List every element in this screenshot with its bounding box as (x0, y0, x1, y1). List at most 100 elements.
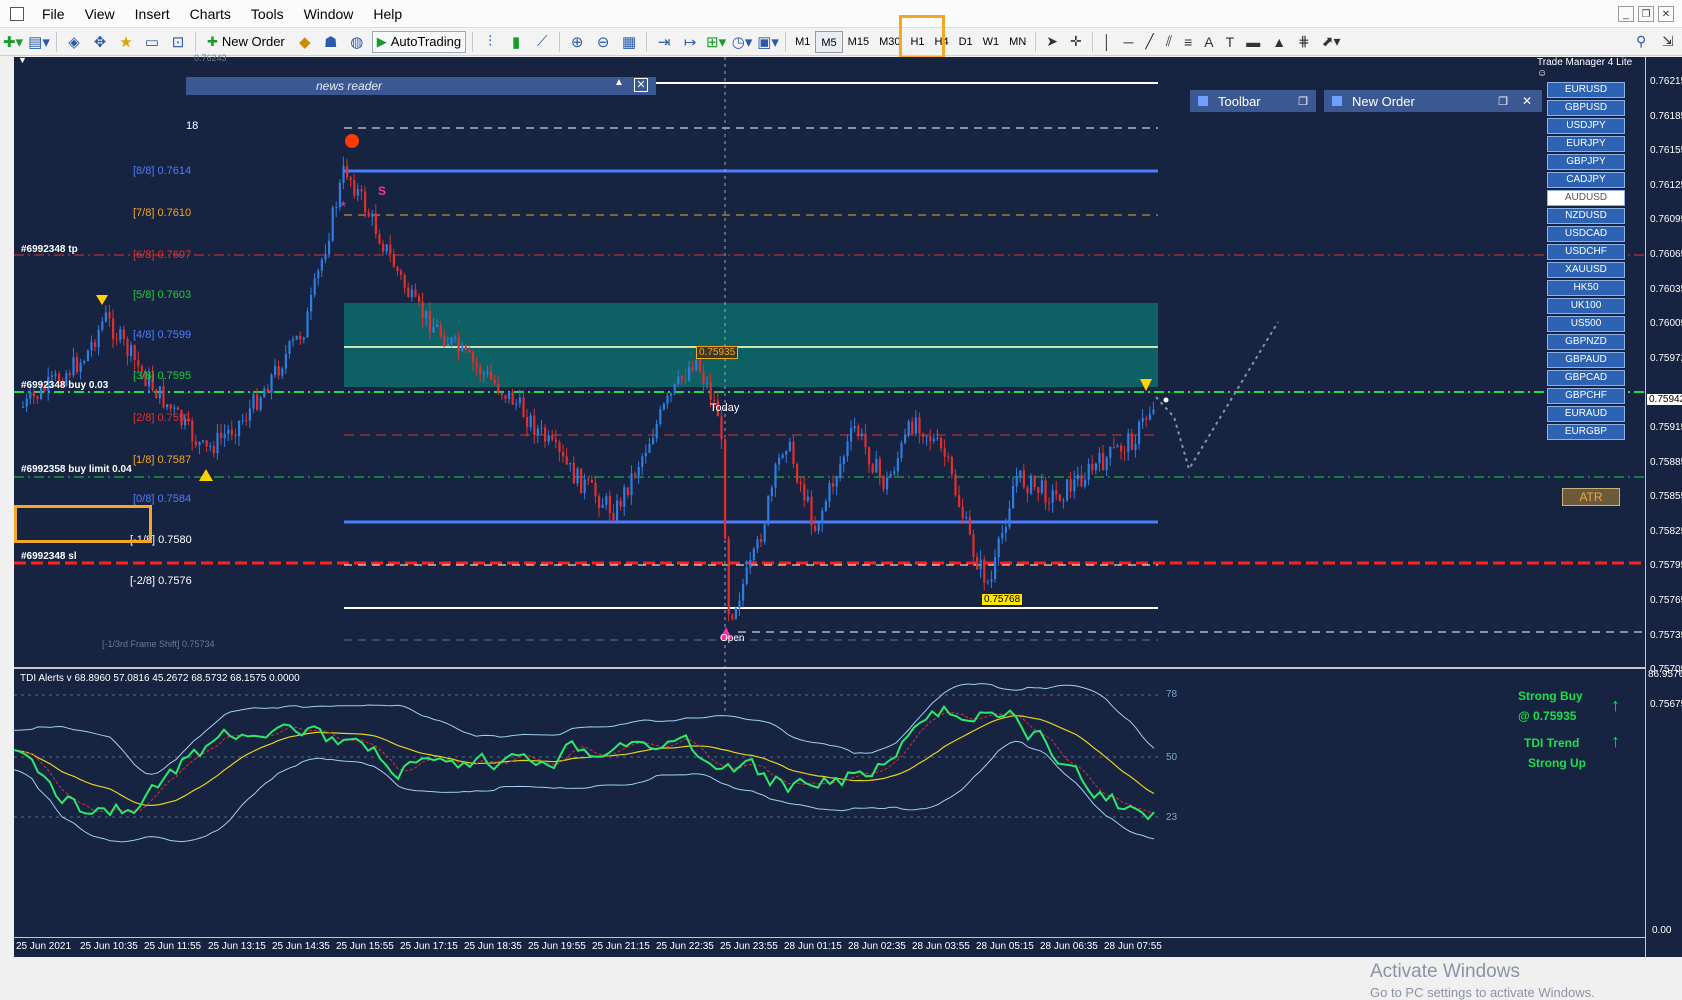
symbol-button-euraud[interactable]: EURAUD (1547, 406, 1625, 422)
restore-icon[interactable]: ❐ (1638, 6, 1654, 22)
news-reader-bar[interactable]: news reader ▲ ✕ (186, 77, 656, 95)
tf-d1[interactable]: D1 (954, 31, 978, 53)
expand-icon[interactable]: ⇲ (1662, 33, 1674, 50)
candle-body (536, 428, 539, 435)
menu-help[interactable]: Help (363, 0, 412, 28)
symbol-button-uk100[interactable]: UK100 (1547, 298, 1625, 314)
symbol-button-usdcad[interactable]: USDCAD (1547, 226, 1625, 242)
data-window-icon[interactable]: ✥ (89, 31, 111, 53)
candle-body (266, 388, 269, 393)
symbol-button-gbpchf[interactable]: GBPCHF (1547, 388, 1625, 404)
symbol-button-usdchf[interactable]: USDCHF (1547, 244, 1625, 260)
horizontal-line-icon[interactable]: ─ (1124, 34, 1134, 50)
symbol-button-us500[interactable]: US500 (1547, 316, 1625, 332)
profiles-icon[interactable]: ▤▾ (28, 31, 50, 53)
candle-body (990, 579, 993, 582)
maximize-icon[interactable]: ❐ (1298, 95, 1308, 108)
toolbar-panel[interactable]: Toolbar ❐ (1190, 90, 1316, 112)
zoom-out-icon[interactable]: ⊖ (592, 31, 614, 53)
symbol-button-hk50[interactable]: HK50 (1547, 280, 1625, 296)
candle-body (824, 501, 827, 511)
candle-body (738, 600, 741, 608)
fibonacci-icon[interactable]: ≡ (1184, 34, 1192, 50)
symbol-button-eurjpy[interactable]: EURJPY (1547, 136, 1625, 152)
arrows-icon[interactable]: ⬈▾ (1322, 33, 1341, 50)
periods-icon[interactable]: ◷▾ (731, 31, 753, 53)
symbol-button-gbpnzd[interactable]: GBPNZD (1547, 334, 1625, 350)
text-label-icon[interactable]: T (1226, 34, 1235, 50)
minimize-icon[interactable]: _ (1618, 6, 1634, 22)
candle-body (900, 442, 903, 459)
menu-window[interactable]: Window (294, 0, 364, 28)
symbol-button-audusd[interactable]: AUDUSD (1547, 190, 1625, 206)
atr-button[interactable]: ATR (1562, 488, 1620, 506)
tf-m15[interactable]: M15 (843, 31, 874, 53)
symbol-button-eurusd[interactable]: EURUSD (1547, 82, 1625, 98)
close-icon[interactable]: ✕ (1658, 6, 1674, 22)
symbol-button-gbpcad[interactable]: GBPCAD (1547, 370, 1625, 386)
tile-windows-icon[interactable]: ▦ (618, 31, 640, 53)
trendline-icon[interactable]: ╱ (1145, 33, 1153, 50)
triangle-icon[interactable]: ▲ (1272, 34, 1286, 50)
chart-window[interactable]: * S 0.76243 18 [8/8] 0.7614 [7/8] 0.7610 [… (13, 53, 1682, 1000)
candle-body (209, 446, 212, 448)
candle-body (1102, 452, 1105, 470)
market-watch-icon[interactable]: ◈ (63, 31, 85, 53)
close-icon[interactable]: ✕ (634, 78, 648, 92)
tf-m1[interactable]: M1 (790, 31, 815, 53)
menu-tools[interactable]: Tools (241, 0, 294, 28)
symbol-button-eurgbp[interactable]: EURGBP (1547, 424, 1625, 440)
vertical-line-icon[interactable]: │ (1103, 34, 1112, 50)
main-chart[interactable]: * S 0.76243 18 [8/8] 0.7614 [7/8] 0.7610 [… (14, 53, 1645, 712)
close-icon[interactable]: ✕ (1522, 94, 1532, 108)
menu-charts[interactable]: Charts (180, 0, 241, 28)
maximize-icon[interactable]: ❐ (1498, 95, 1508, 108)
symbol-button-gbpaud[interactable]: GBPAUD (1547, 352, 1625, 368)
fibo-fan-icon[interactable]: ⋕ (1298, 33, 1310, 50)
symbol-button-usdjpy[interactable]: USDJPY (1547, 118, 1625, 134)
autoscroll-icon[interactable]: ↦ (679, 31, 701, 53)
collapse-icon[interactable]: ▲ (614, 77, 624, 88)
tf-m5[interactable]: M5 (815, 30, 843, 53)
equidistant-channel-icon[interactable]: ⫽ (1166, 33, 1172, 50)
new-order-button[interactable]: ✚ New Order (202, 31, 290, 53)
symbol-button-xauusd[interactable]: XAUUSD (1547, 262, 1625, 278)
autotrading-button[interactable]: ▶ AutoTrading (371, 30, 467, 53)
symbol-button-cadjpy[interactable]: CADJPY (1547, 172, 1625, 188)
signals-icon[interactable]: ☗ (320, 31, 342, 53)
tester-icon[interactable]: ⊡ (167, 31, 189, 53)
navigator-icon[interactable]: ★ (115, 31, 137, 53)
templates-icon[interactable]: ▣▾ (757, 31, 779, 53)
bar-chart-icon[interactable]: ⫶ (479, 31, 501, 53)
cursor-icon[interactable]: ➤ (1046, 33, 1058, 50)
new-order-panel[interactable]: New Order ❐ ✕ (1324, 90, 1542, 112)
menu-view[interactable]: View (75, 0, 125, 28)
new-chart-icon[interactable]: ✚▾ (2, 31, 24, 53)
candle-body (576, 468, 579, 484)
indicators-icon[interactable]: ⊞▾ (705, 31, 727, 53)
symbol-button-gbpjpy[interactable]: GBPJPY (1547, 154, 1625, 170)
tdi-title: TDI Alerts v 68.8960 57.0816 45.2672 68.… (20, 673, 300, 684)
symbol-button-nzdusd[interactable]: NZDUSD (1547, 208, 1625, 224)
tf-mn[interactable]: MN (1004, 31, 1031, 53)
crosshair-icon[interactable]: ✛ (1070, 33, 1082, 50)
menu-insert[interactable]: Insert (125, 0, 180, 28)
candle-body (299, 335, 302, 340)
top-price-label: 0.76243 (194, 53, 227, 63)
zoom-in-icon[interactable]: ⊕ (566, 31, 588, 53)
line-chart-icon[interactable]: ⟋ (531, 31, 553, 53)
text-icon[interactable]: A (1204, 34, 1213, 50)
metaeditor-icon[interactable]: ◆ (294, 31, 316, 53)
candlestick-icon[interactable]: ▮ (505, 31, 527, 53)
rectangle-icon[interactable]: ▬ (1246, 34, 1260, 50)
tdi-indicator-pane[interactable]: TDI Alerts v 68.8960 57.0816 45.2672 68.… (13, 667, 1645, 937)
chart-shift-icon[interactable]: ⇥ (653, 31, 675, 53)
tf-w1[interactable]: W1 (978, 31, 1005, 53)
symbol-button-gbpusd[interactable]: GBPUSD (1547, 100, 1625, 116)
search-icon[interactable]: ⚲ (1636, 33, 1646, 50)
market-icon[interactable]: ◍ (346, 31, 368, 53)
terminal-icon[interactable]: ▭ (141, 31, 163, 53)
watermark-subtitle: Go to PC settings to activate Windows. (1370, 985, 1595, 1000)
collapse-chart-icon[interactable]: ▼ (18, 55, 27, 65)
menu-file[interactable]: File (32, 0, 75, 28)
